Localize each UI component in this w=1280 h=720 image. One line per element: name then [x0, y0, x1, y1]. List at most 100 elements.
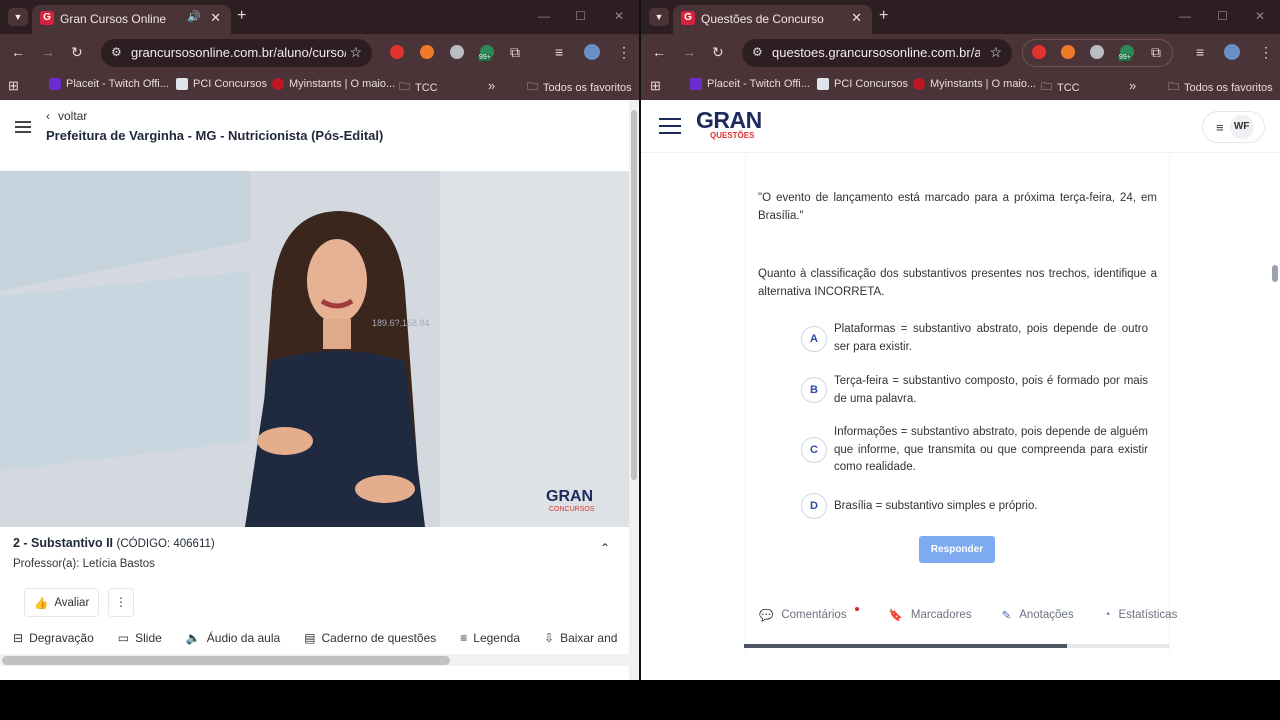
- tool-download[interactable]: ⇩ Baixar and: [544, 631, 617, 645]
- bookmarks-bar: ⊞ Placeit - Twitch Offi... PCI Concursos…: [641, 71, 1280, 100]
- tab-statistics[interactable]: ◔ Estatísticas: [1104, 608, 1178, 622]
- option-letter[interactable]: C: [801, 437, 827, 463]
- tab-title: Questões de Concurso: [701, 12, 824, 26]
- new-tab-button[interactable]: +: [879, 7, 888, 25]
- all-bookmarks-folder[interactable]: 🗀 Todos os favoritos: [1168, 78, 1273, 97]
- maximize-icon[interactable]: ☐: [1217, 9, 1228, 23]
- all-bookmarks-folder[interactable]: 🗀 Todos os favoritos: [527, 78, 632, 97]
- media-control-icon[interactable]: ≡: [555, 43, 563, 61]
- address-bar[interactable]: ⚙ questoes.grancursosonline.com.br/alu..…: [742, 39, 1012, 67]
- bookmark-item[interactable]: Myinstants | O maio...: [272, 78, 395, 90]
- notification-dot: [854, 607, 859, 611]
- close-tab-icon[interactable]: ✕: [851, 10, 862, 26]
- back-icon[interactable]: ←: [11, 43, 25, 61]
- site-header: GRAN QUESTÕES ≡ WF: [641, 100, 1280, 153]
- globe-icon[interactable]: [450, 45, 464, 59]
- tab-search-button[interactable]: ▼: [649, 8, 669, 26]
- extensions-puzzle-icon[interactable]: ⧉: [1151, 43, 1161, 61]
- option-letter[interactable]: D: [801, 493, 827, 519]
- bookmark-item[interactable]: PCI Concursos: [176, 78, 267, 90]
- scrollbar-thumb[interactable]: [1272, 265, 1278, 282]
- globe-icon[interactable]: [1090, 45, 1104, 59]
- bookmark-item[interactable]: Placeit - Twitch Offi...: [690, 78, 810, 90]
- back-icon[interactable]: ←: [652, 43, 666, 61]
- tool-label: Degravação: [29, 631, 94, 645]
- browser-tab-active[interactable]: G Gran Cursos Online 🔊 ✕: [32, 5, 231, 34]
- more-bookmarks-icon[interactable]: »: [1129, 78, 1136, 93]
- rate-button[interactable]: 👍 Avaliar: [24, 588, 99, 617]
- close-tab-icon[interactable]: ✕: [210, 10, 221, 26]
- more-bookmarks-icon[interactable]: »: [488, 78, 495, 93]
- maximize-icon[interactable]: ☐: [575, 9, 586, 23]
- extensions-puzzle-icon[interactable]: ⧉: [510, 43, 520, 61]
- browser-toolbar: ← → ↻ ⚙ questoes.grancursosonline.com.br…: [641, 34, 1280, 71]
- browser-tab-active[interactable]: G Questões de Concurso ✕: [673, 5, 872, 34]
- extension-badge-icon[interactable]: 99+: [1118, 45, 1134, 61]
- horizontal-scrollbar[interactable]: [0, 654, 629, 666]
- tool-questions[interactable]: ▤ Caderno de questões: [304, 631, 436, 645]
- scrollbar-thumb[interactable]: [2, 656, 450, 665]
- option-d[interactable]: D Brasília = substantivo simples e própr…: [801, 493, 1161, 521]
- bookmark-folder[interactable]: 🗀 TCC: [1041, 78, 1080, 97]
- extension-icon[interactable]: [1061, 45, 1075, 59]
- hamburger-menu-icon[interactable]: [659, 118, 681, 136]
- apps-icon[interactable]: ⊞: [650, 78, 661, 94]
- video-player[interactable]: 189.6?.158.84 GRAN CONCURSOS: [0, 171, 629, 527]
- menu-kebab-icon[interactable]: ⋮: [617, 43, 631, 61]
- tool-transcript[interactable]: ⊟ Degravação: [13, 631, 94, 645]
- profile-avatar[interactable]: [1224, 44, 1240, 60]
- chevron-left-icon: ‹: [46, 109, 50, 123]
- user-menu-button[interactable]: ≡ WF: [1202, 111, 1265, 143]
- address-bar[interactable]: ⚙ grancursosonline.com.br/aluno/curso/..…: [101, 39, 372, 67]
- bookmark-item[interactable]: Myinstants | O maio...: [913, 78, 1036, 90]
- site-info-icon[interactable]: ⚙: [752, 45, 763, 59]
- minimize-icon[interactable]: —: [538, 9, 550, 23]
- forward-icon[interactable]: →: [41, 43, 55, 61]
- new-tab-button[interactable]: +: [237, 7, 246, 25]
- bookmark-star-icon[interactable]: ☆: [989, 44, 1002, 61]
- option-c[interactable]: C Informações = substantivo abstrato, po…: [801, 424, 1161, 477]
- tab-search-button[interactable]: ▼: [8, 8, 28, 26]
- bookmark-label: TCC: [1057, 81, 1080, 94]
- respond-button[interactable]: Responder: [919, 536, 995, 563]
- menu-kebab-icon[interactable]: ⋮: [1259, 43, 1273, 61]
- chevron-up-icon[interactable]: ⌃: [600, 541, 610, 555]
- back-link[interactable]: ‹ voltar: [46, 109, 87, 123]
- tool-audio[interactable]: 🔈 Áudio da aula: [186, 631, 280, 645]
- tool-subtitle[interactable]: ≡ Legenda: [460, 631, 520, 645]
- minimize-icon[interactable]: —: [1179, 9, 1191, 23]
- extension-icon[interactable]: [420, 45, 434, 59]
- bookmark-label: TCC: [415, 81, 438, 94]
- option-a[interactable]: A Plataformas = substantivo abstrato, po…: [801, 321, 1161, 356]
- more-options-button[interactable]: ⋮: [108, 588, 134, 617]
- hamburger-menu-icon[interactable]: [15, 121, 31, 133]
- tab-markers[interactable]: 🔖 Marcadores: [889, 608, 972, 622]
- tool-slide[interactable]: ▭ Slide: [118, 631, 162, 645]
- forward-icon[interactable]: →: [682, 43, 696, 61]
- tab-notes[interactable]: ✎ Anotações: [1002, 608, 1074, 622]
- profile-avatar[interactable]: [584, 44, 600, 60]
- speaker-icon[interactable]: 🔊: [187, 10, 201, 23]
- tab-comments[interactable]: 💬 Comentários: [759, 607, 859, 622]
- extension-icon[interactable]: [1032, 45, 1046, 59]
- option-letter[interactable]: A: [801, 326, 827, 352]
- media-control-icon[interactable]: ≡: [1196, 43, 1204, 61]
- menu-lines-icon: ≡: [1216, 119, 1224, 135]
- site-info-icon[interactable]: ⚙: [111, 45, 122, 59]
- extension-badge-icon[interactable]: 99+: [478, 45, 494, 61]
- bookmark-star-icon[interactable]: ☆: [349, 44, 362, 61]
- reload-icon[interactable]: ↻: [712, 43, 724, 61]
- bookmark-item[interactable]: PCI Concursos: [817, 78, 908, 90]
- reload-icon[interactable]: ↻: [71, 43, 83, 61]
- bookmark-item[interactable]: Placeit - Twitch Offi...: [49, 78, 169, 90]
- apps-icon[interactable]: ⊞: [8, 78, 19, 94]
- bookmark-folder[interactable]: 🗀 TCC: [399, 78, 438, 97]
- vertical-scrollbar[interactable]: [629, 100, 639, 680]
- gran-questoes-logo[interactable]: GRAN QUESTÕES: [696, 109, 762, 141]
- close-window-icon[interactable]: ✕: [1255, 9, 1265, 23]
- close-window-icon[interactable]: ✕: [614, 9, 624, 23]
- option-b[interactable]: B Terça-feira = substantivo composto, po…: [801, 373, 1161, 408]
- extension-icon[interactable]: [390, 45, 404, 59]
- scrollbar-thumb[interactable]: [631, 110, 637, 480]
- option-letter[interactable]: B: [801, 377, 827, 403]
